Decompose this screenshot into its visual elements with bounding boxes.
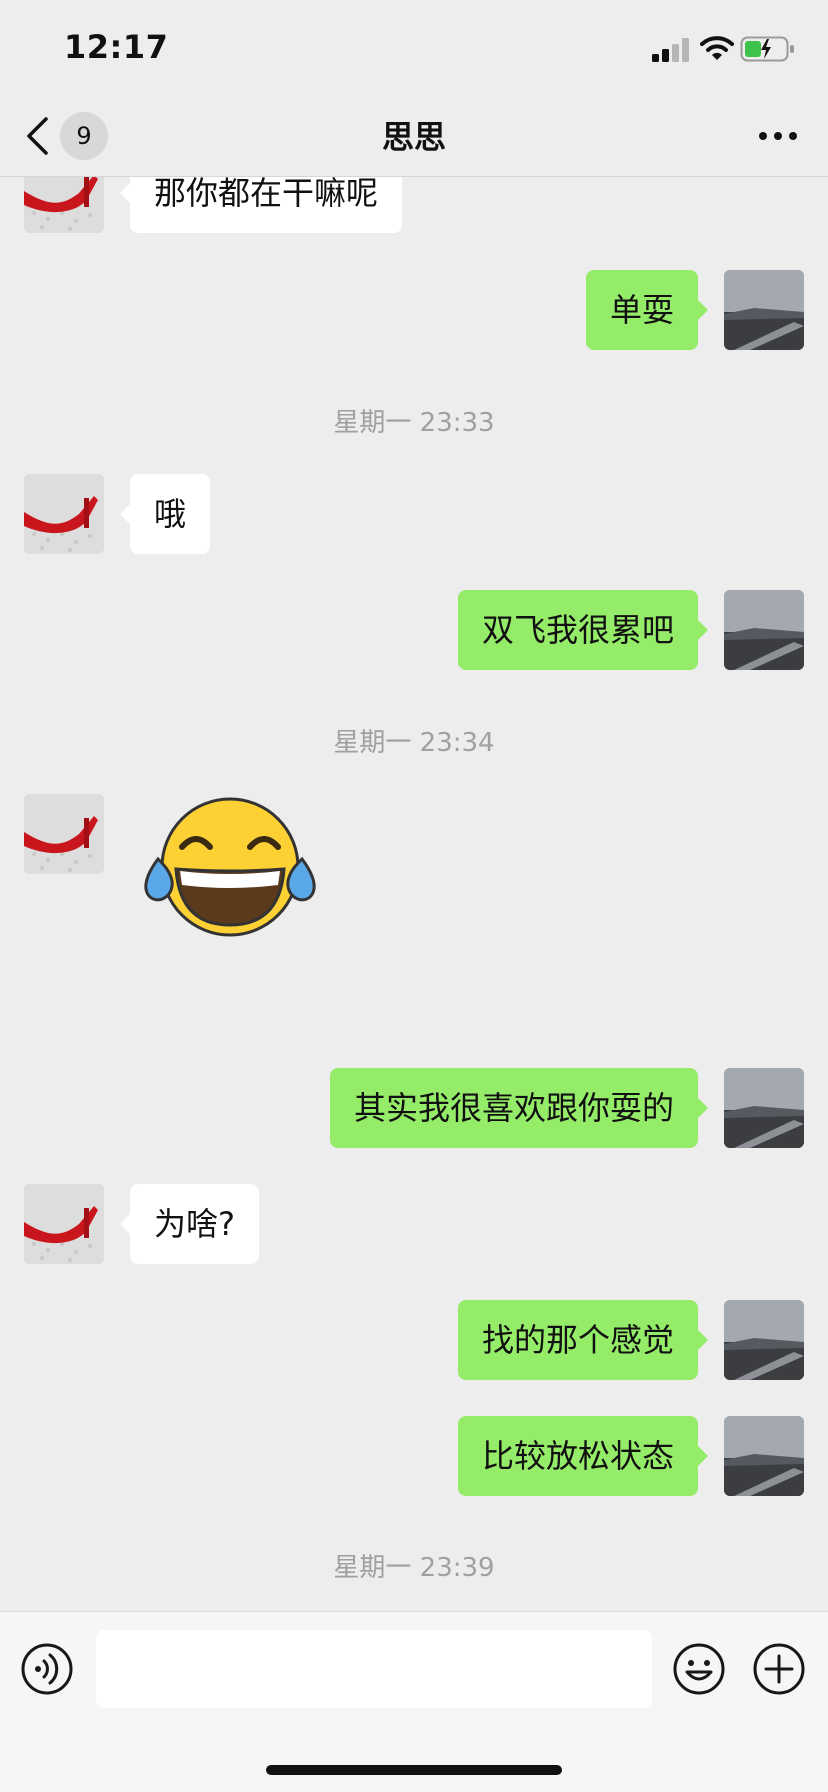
- message-bubble-outgoing[interactable]: 单耍: [585, 270, 709, 350]
- tears-of-joy-emoji[interactable]: [140, 797, 320, 937]
- contact-avatar[interactable]: [24, 1184, 104, 1264]
- message-bubble-incoming[interactable]: 那你都在干嘛呢: [119, 177, 403, 233]
- my-avatar[interactable]: [724, 270, 804, 350]
- my-avatar[interactable]: [724, 1416, 804, 1496]
- message-bubble-outgoing[interactable]: 比较放松状态: [457, 1416, 709, 1496]
- avatar-image: [724, 1068, 804, 1148]
- chat-title: 思思: [381, 118, 446, 156]
- chat-input-bar: [0, 1611, 828, 1792]
- avatar-image: [24, 794, 104, 874]
- avatar-image: [724, 590, 804, 670]
- avatar-image: [724, 1416, 804, 1496]
- avatar-image: [724, 270, 804, 350]
- contact-avatar[interactable]: [24, 794, 104, 874]
- contact-avatar[interactable]: [24, 177, 104, 233]
- message-bubble-outgoing[interactable]: 双飞我很累吧: [457, 590, 709, 670]
- timestamp-label: 星期一 23:33: [333, 408, 495, 438]
- status-bar: 12:17: [0, 0, 828, 96]
- status-time: 12:17: [64, 28, 169, 66]
- wifi-icon: [700, 36, 734, 60]
- message-bubble-incoming[interactable]: 哦: [119, 474, 211, 554]
- my-avatar[interactable]: [724, 1068, 804, 1148]
- timestamp-label: 星期一 23:39: [333, 1553, 495, 1583]
- avatar-image: [724, 1300, 804, 1380]
- chat-screen: 12:17 9 思思 那你都在干嘛呢 单耍 星期一 23:33 哦 双飞我很累吧…: [0, 0, 828, 1792]
- home-indicator[interactable]: [266, 1765, 562, 1775]
- battery-charging-icon: [740, 36, 794, 62]
- avatar-image: [24, 177, 104, 233]
- more-dots-icon: [759, 132, 797, 140]
- timestamp-label: 星期一 23:34: [333, 728, 495, 758]
- more-button[interactable]: [748, 110, 808, 162]
- my-avatar[interactable]: [724, 1300, 804, 1380]
- voice-icon[interactable]: [20, 1642, 74, 1696]
- signal-icon: [652, 38, 689, 62]
- plus-icon[interactable]: [752, 1642, 806, 1696]
- emoji-icon[interactable]: [672, 1642, 726, 1696]
- message-bubble-outgoing[interactable]: 找的那个感觉: [457, 1300, 709, 1380]
- avatar-image: [24, 1184, 104, 1264]
- chat-header: 9 思思: [0, 96, 828, 177]
- message-bubble-incoming[interactable]: 为啥?: [120, 1184, 259, 1264]
- message-list[interactable]: 那你都在干嘛呢 单耍 星期一 23:33 哦 双飞我很累吧 星期一 23:34 …: [0, 177, 828, 1610]
- message-bubble-outgoing[interactable]: 其实我很喜欢跟你耍的: [329, 1068, 709, 1148]
- avatar-image: [24, 474, 104, 554]
- message-input[interactable]: [96, 1630, 652, 1708]
- my-avatar[interactable]: [724, 590, 804, 670]
- contact-avatar[interactable]: [24, 474, 104, 554]
